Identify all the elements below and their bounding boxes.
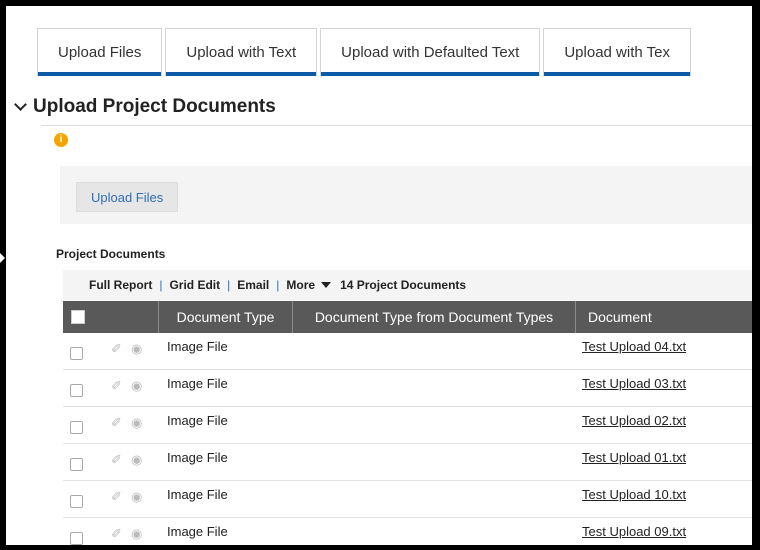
cell-document-type-from: [293, 333, 576, 369]
chevron-down-icon: [14, 98, 27, 111]
documents-grid: Document Type Document Type from Documen…: [63, 301, 752, 545]
cell-document-type: Image File: [159, 518, 293, 545]
section-toggle[interactable]: Upload Project Documents: [14, 96, 276, 118]
select-all-checkbox[interactable]: [71, 310, 85, 324]
section-title: Upload Project Documents: [33, 96, 276, 117]
table-row: ✐ ◉ Image File Test Upload 04.txt: [63, 333, 752, 370]
email-link[interactable]: Email: [237, 278, 269, 292]
app-frame: Upload Files Upload with Text Upload wit…: [6, 6, 752, 545]
table-row: ✐ ◉ Image File Test Upload 10.txt: [63, 481, 752, 518]
cell-document-type-from: [293, 407, 576, 443]
pencil-icon[interactable]: ✐: [111, 452, 122, 468]
document-type-value: Image File: [167, 376, 228, 391]
more-menu[interactable]: More: [286, 278, 315, 292]
document-link[interactable]: Test Upload 09.txt: [582, 524, 686, 539]
header-select-cell: [63, 301, 159, 333]
document-type-value: Image File: [167, 413, 228, 428]
document-count: 14 Project Documents: [340, 278, 467, 292]
table-row: ✐ ◉ Image File Test Upload 03.txt: [63, 370, 752, 407]
tab-upload-with-text-more[interactable]: Upload with Tex: [543, 28, 691, 76]
full-report-link[interactable]: Full Report: [89, 278, 152, 292]
eye-icon[interactable]: ◉: [131, 341, 142, 357]
cell-document-type: Image File: [159, 444, 293, 480]
cell-document: Test Upload 01.txt: [576, 444, 752, 480]
cell-document-type: Image File: [159, 370, 293, 406]
pencil-icon[interactable]: ✐: [111, 489, 122, 505]
pencil-icon[interactable]: ✐: [111, 526, 122, 542]
eye-icon[interactable]: ◉: [131, 452, 142, 468]
tab-upload-with-text[interactable]: Upload with Text: [165, 28, 318, 76]
cell-document-type-from: [293, 518, 576, 545]
cell-document: Test Upload 03.txt: [576, 370, 752, 406]
project-documents-title: Project Documents: [56, 247, 166, 261]
table-row: ✐ ◉ Image File Test Upload 01.txt: [63, 444, 752, 481]
upload-panel: Upload Files: [60, 166, 752, 224]
table-row: ✐ ◉ Image File Test Upload 02.txt: [63, 407, 752, 444]
upload-files-button[interactable]: Upload Files: [76, 182, 179, 212]
row-actions: ✐ ◉: [63, 407, 159, 443]
document-link[interactable]: Test Upload 03.txt: [582, 376, 686, 391]
row-checkbox[interactable]: [70, 495, 83, 508]
column-header-document[interactable]: Document: [576, 301, 752, 333]
row-actions: ✐ ◉: [63, 444, 159, 480]
cell-document: Test Upload 04.txt: [576, 333, 752, 369]
tab-upload-with-defaulted-text[interactable]: Upload with Defaulted Text: [320, 28, 541, 76]
cell-document: Test Upload 02.txt: [576, 407, 752, 443]
cell-document-type: Image File: [159, 481, 293, 517]
toolbar-separator: |: [159, 278, 163, 292]
caret-down-icon[interactable]: [321, 282, 332, 288]
eye-icon[interactable]: ◉: [131, 378, 142, 394]
cell-document: Test Upload 09.txt: [576, 518, 752, 545]
row-actions: ✐ ◉: [63, 481, 159, 517]
row-actions: ✐ ◉: [63, 370, 159, 406]
row-actions: ✐ ◉: [63, 518, 159, 545]
pencil-icon[interactable]: ✐: [111, 378, 122, 394]
row-checkbox[interactable]: [70, 532, 83, 545]
table-row: ✐ ◉ Image File Test Upload 09.txt: [63, 518, 752, 545]
eye-icon[interactable]: ◉: [131, 415, 142, 431]
document-type-value: Image File: [167, 339, 228, 354]
row-actions: ✐ ◉: [63, 333, 159, 369]
cell-document-type-from: [293, 370, 576, 406]
grid-toolbar: Full Report | Grid Edit | Email | More 1…: [63, 270, 752, 300]
toolbar-separator: |: [276, 278, 280, 292]
tab-upload-files[interactable]: Upload Files: [37, 28, 163, 76]
row-checkbox[interactable]: [70, 421, 83, 434]
document-link[interactable]: Test Upload 01.txt: [582, 450, 686, 465]
pencil-icon[interactable]: ✐: [111, 415, 122, 431]
grid-header: Document Type Document Type from Documen…: [63, 301, 752, 333]
document-type-value: Image File: [167, 524, 228, 539]
cell-document-type-from: [293, 444, 576, 480]
eye-icon[interactable]: ◉: [131, 526, 142, 542]
document-link[interactable]: Test Upload 10.txt: [582, 487, 686, 502]
document-type-value: Image File: [167, 487, 228, 502]
column-header-document-type[interactable]: Document Type: [159, 301, 293, 333]
document-type-value: Image File: [167, 450, 228, 465]
row-checkbox[interactable]: [70, 384, 83, 397]
document-link[interactable]: Test Upload 04.txt: [582, 339, 686, 354]
cell-document-type: Image File: [159, 407, 293, 443]
row-checkbox[interactable]: [70, 458, 83, 471]
eye-icon[interactable]: ◉: [131, 489, 142, 505]
cell-document: Test Upload 10.txt: [576, 481, 752, 517]
tab-bar: Upload Files Upload with Text Upload wit…: [37, 28, 691, 76]
cell-document-type-from: [293, 481, 576, 517]
edge-arrow-icon: [0, 253, 5, 263]
grid-edit-link[interactable]: Grid Edit: [169, 278, 220, 292]
row-checkbox[interactable]: [70, 347, 83, 360]
cell-document-type: Image File: [159, 333, 293, 369]
info-icon[interactable]: i: [54, 133, 68, 147]
pencil-icon[interactable]: ✐: [111, 341, 122, 357]
toolbar-separator: |: [227, 278, 231, 292]
document-link[interactable]: Test Upload 02.txt: [582, 413, 686, 428]
section-divider: [41, 125, 752, 126]
column-header-document-type-from-types[interactable]: Document Type from Document Types: [293, 301, 576, 333]
